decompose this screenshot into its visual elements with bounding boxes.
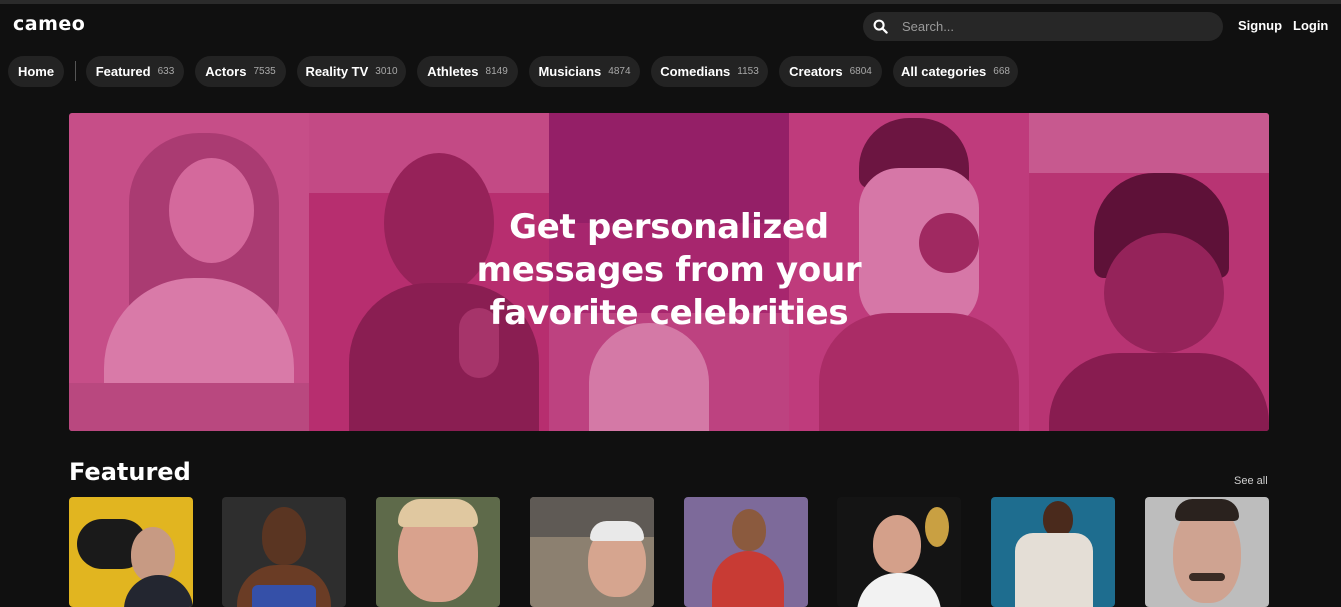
card-photo (1189, 573, 1225, 581)
featured-card-7[interactable] (991, 497, 1115, 607)
card-photo (131, 527, 175, 582)
nav-count: 3010 (375, 66, 398, 77)
nav-label: Athletes (427, 64, 479, 79)
featured-card-4[interactable] (530, 497, 654, 607)
nav-home[interactable]: Home (8, 56, 64, 87)
nav-all-categories[interactable]: All categories 668 (893, 56, 1018, 87)
nav-count: 6804 (849, 66, 872, 77)
nav-count: 1153 (737, 66, 759, 77)
nav-reality-tv[interactable]: Reality TV 3010 (297, 56, 406, 87)
see-all-link[interactable]: See all (1234, 475, 1268, 487)
featured-card-1[interactable] (69, 497, 193, 607)
nav-label: Comedians (660, 64, 731, 79)
hero-headline: Get personalized messages from your favo… (69, 206, 1269, 335)
nav-divider (75, 61, 76, 81)
card-photo (873, 515, 921, 573)
featured-card-6[interactable] (837, 497, 961, 607)
card-photo (590, 521, 644, 541)
nav-creators[interactable]: Creators 6804 (779, 56, 882, 87)
nav-label: Featured (95, 64, 151, 79)
nav-label: Musicians (538, 64, 602, 79)
nav-count: 8149 (485, 66, 508, 77)
featured-card-2[interactable] (222, 497, 346, 607)
card-photo (262, 507, 306, 565)
card-photo (925, 507, 949, 547)
hero-line-1: Get personalized (509, 207, 829, 247)
nav-label: Reality TV (305, 64, 369, 79)
login-link[interactable]: Login (1293, 18, 1328, 33)
featured-card-3[interactable] (376, 497, 500, 607)
card-photo (1175, 499, 1239, 521)
hero-line-3: favorite celebrities (489, 293, 849, 333)
nav-musicians[interactable]: Musicians 4874 (529, 56, 640, 87)
featured-card-8[interactable] (1145, 497, 1269, 607)
card-photo (1043, 501, 1073, 537)
nav-label: All categories (901, 64, 987, 79)
card-photo (1015, 533, 1093, 607)
nav-count: 633 (157, 66, 175, 77)
search-icon (873, 19, 888, 34)
nav-label: Actors (205, 64, 247, 79)
featured-card-5[interactable] (684, 497, 808, 607)
card-photo (398, 499, 478, 527)
nav-count: 7535 (253, 66, 276, 77)
nav-count: 4874 (608, 66, 631, 77)
hero-line-2: messages from your (476, 250, 862, 290)
cameo-logo[interactable]: cameo (13, 13, 85, 35)
hero-banner[interactable]: Get personalized messages from your favo… (69, 113, 1269, 431)
nav-home-label: Home (17, 64, 55, 79)
nav-count: 668 (993, 66, 1010, 77)
card-photo (732, 509, 766, 551)
nav-comedians[interactable]: Comedians 1153 (651, 56, 768, 87)
search-bar[interactable] (863, 12, 1223, 41)
nav-label: Creators (789, 64, 843, 79)
nav-actors[interactable]: Actors 7535 (195, 56, 286, 87)
signup-link[interactable]: Signup (1238, 18, 1282, 33)
nav-featured[interactable]: Featured 633 (86, 56, 184, 87)
search-input[interactable] (900, 18, 1204, 35)
top-strip (0, 0, 1341, 4)
card-photo (252, 585, 316, 607)
nav-athletes[interactable]: Athletes 8149 (417, 56, 518, 87)
featured-heading: Featured (69, 458, 191, 486)
